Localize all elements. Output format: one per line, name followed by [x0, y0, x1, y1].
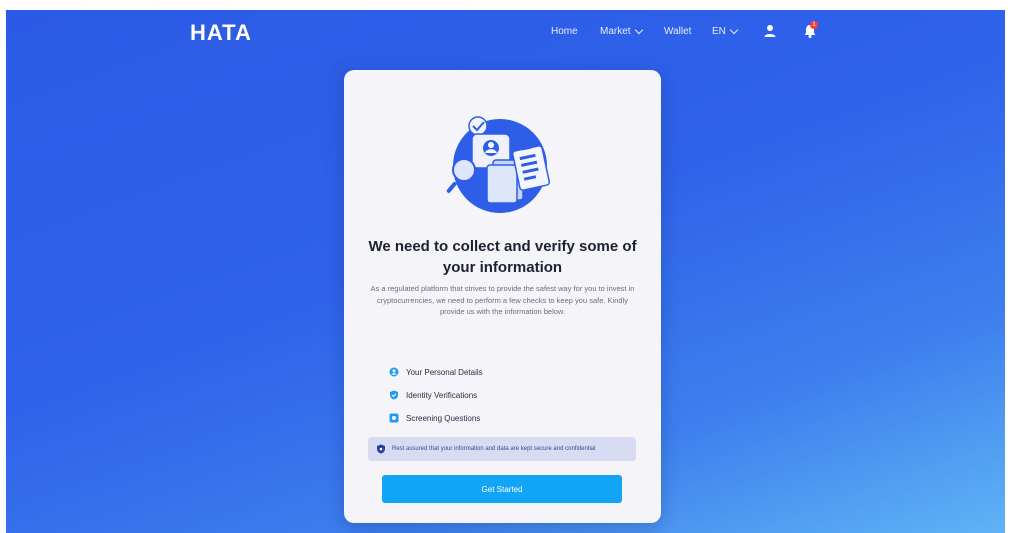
- verification-card: We need to collect and verify some of yo…: [344, 70, 661, 523]
- nav-market[interactable]: Market: [600, 25, 643, 37]
- page-background: HATA Home Market Wallet EN 1 We need to …: [6, 10, 1005, 533]
- language-selector[interactable]: EN: [712, 25, 739, 37]
- card-description: As a regulated platform that strives to …: [370, 284, 635, 316]
- card-title: We need to collect and verify some of yo…: [368, 238, 637, 276]
- user-circle-icon: [389, 367, 399, 377]
- top-navigation-bar: HATA Home Market Wallet EN 1: [6, 10, 1005, 54]
- chevron-down-icon: [634, 25, 643, 34]
- nav-home[interactable]: Home: [551, 26, 578, 37]
- step-screening-questions: Screening Questions: [389, 413, 480, 423]
- user-icon: [764, 25, 776, 37]
- step-label: Screening Questions: [406, 413, 481, 423]
- verification-illustration: [446, 116, 551, 213]
- user-profile-button[interactable]: [762, 23, 778, 39]
- shield-icon: [377, 444, 385, 454]
- chevron-down-icon: [729, 25, 739, 34]
- shield-check-icon: [390, 390, 398, 400]
- get-started-button[interactable]: Get Started: [382, 475, 622, 503]
- step-label: Identity Verifications: [406, 390, 478, 400]
- question-icon: [389, 413, 399, 423]
- notifications-button[interactable]: 1: [802, 21, 818, 39]
- step-label: Your Personal Details: [406, 367, 483, 377]
- security-notice-text: Rest assured that your information and d…: [392, 446, 596, 452]
- nav-market-label: Market: [600, 26, 631, 37]
- security-notice: Rest assured that your information and d…: [368, 437, 636, 461]
- step-personal-details: Your Personal Details: [389, 367, 483, 377]
- step-identity-verifications: Identity Verifications: [389, 390, 477, 400]
- nav-wallet[interactable]: Wallet: [664, 26, 691, 37]
- language-label: EN: [712, 26, 726, 37]
- notification-badge: 1: [810, 21, 818, 29]
- brand-logo[interactable]: HATA: [190, 20, 252, 46]
